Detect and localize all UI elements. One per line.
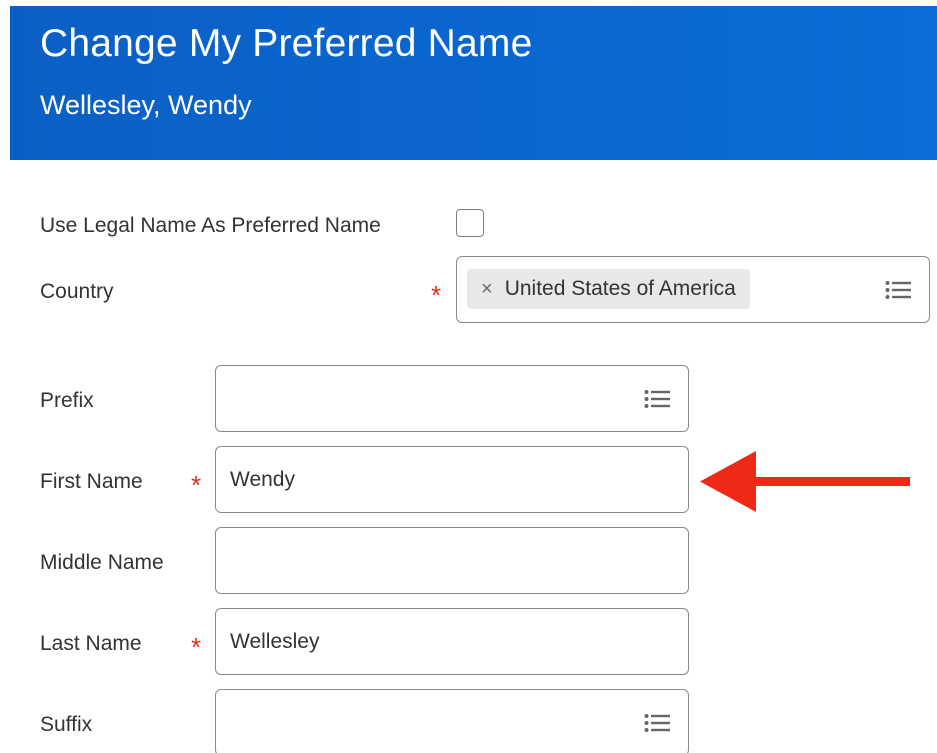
use-legal-name-label: Use Legal Name As Preferred Name xyxy=(40,214,381,237)
last-name-input[interactable] xyxy=(230,609,642,674)
page-title: Change My Preferred Name xyxy=(40,22,533,65)
suffix-input[interactable] xyxy=(230,690,642,753)
middle-name-label: Middle Name xyxy=(40,551,164,574)
country-selected-value: United States of America xyxy=(504,277,736,300)
page: Change My Preferred Name Wellesley, Wend… xyxy=(0,0,937,753)
middle-name-field[interactable] xyxy=(215,527,689,594)
first-name-input[interactable] xyxy=(230,447,642,512)
remove-x-icon[interactable]: × xyxy=(481,278,493,301)
list-icon[interactable] xyxy=(644,713,670,733)
country-field[interactable]: × United States of America xyxy=(456,256,930,323)
prefix-field[interactable] xyxy=(215,365,689,432)
last-name-label: Last Name xyxy=(40,632,142,655)
first-name-label: First Name xyxy=(40,470,143,493)
country-selected-pill: × United States of America xyxy=(467,269,750,309)
use-legal-name-checkbox[interactable] xyxy=(456,209,484,237)
middle-name-input[interactable] xyxy=(230,528,642,593)
prefix-input[interactable] xyxy=(230,366,642,431)
list-icon[interactable] xyxy=(644,389,670,409)
suffix-label: Suffix xyxy=(40,713,93,736)
last-name-field[interactable] xyxy=(215,608,689,675)
annotation-arrow-icon xyxy=(700,451,910,512)
page-subtitle-worker-name: Wellesley, Wendy xyxy=(40,90,252,120)
first-name-field[interactable] xyxy=(215,446,689,513)
country-label: Country xyxy=(40,280,114,303)
page-header: Change My Preferred Name Wellesley, Wend… xyxy=(10,6,937,160)
suffix-field[interactable] xyxy=(215,689,689,753)
list-icon[interactable] xyxy=(885,280,911,300)
last-name-required-asterisk: * xyxy=(191,632,202,662)
prefix-label: Prefix xyxy=(40,389,94,412)
country-required-asterisk: * xyxy=(431,280,442,310)
first-name-required-asterisk: * xyxy=(191,470,202,500)
